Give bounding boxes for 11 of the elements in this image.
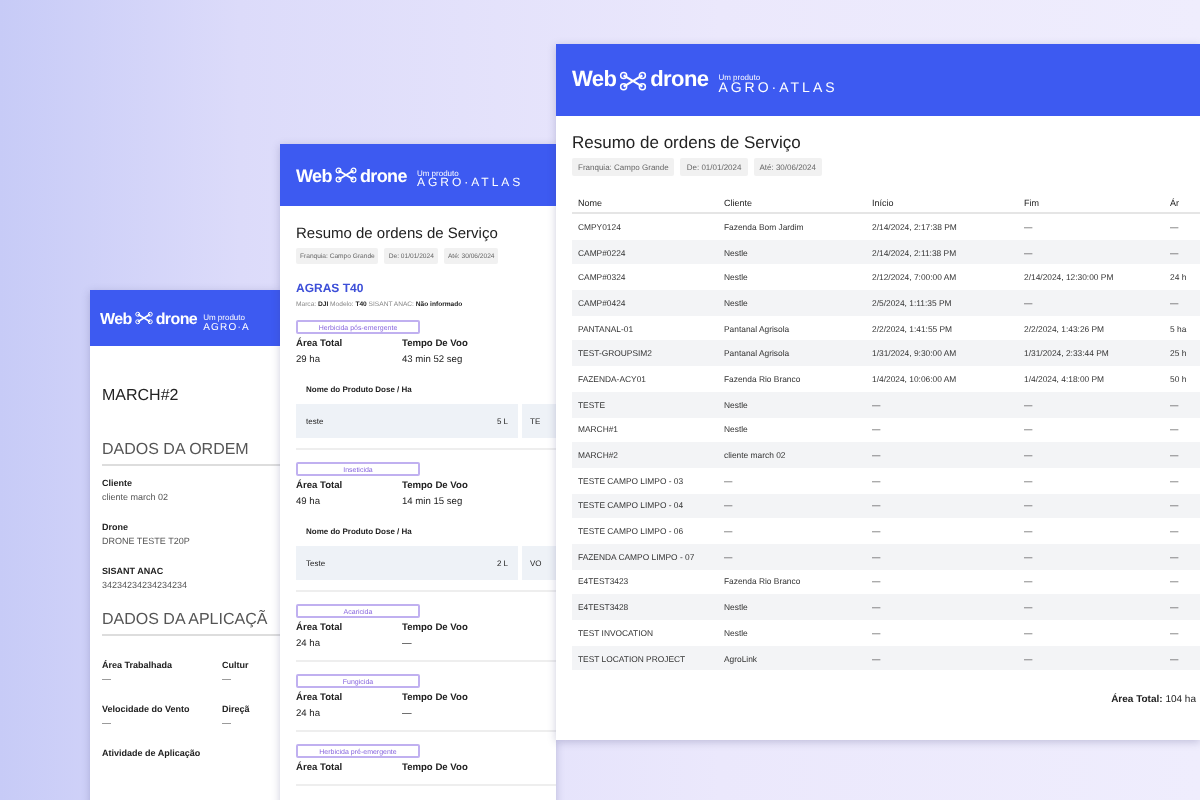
logo-text: Web: [572, 68, 617, 92]
drone-icon: [333, 166, 358, 184]
drone-icon: [133, 310, 154, 326]
logo-text: drone: [650, 68, 709, 92]
logo-text: Web: [296, 165, 332, 185]
logo-text: Web: [100, 309, 132, 327]
order-title: MARCH#2: [102, 386, 181, 404]
logo-text: drone: [359, 165, 407, 185]
drone-icon: [618, 69, 649, 91]
report-title: Resumo de ordens de Serviço: [572, 132, 803, 152]
logo-text: drone: [155, 309, 198, 327]
